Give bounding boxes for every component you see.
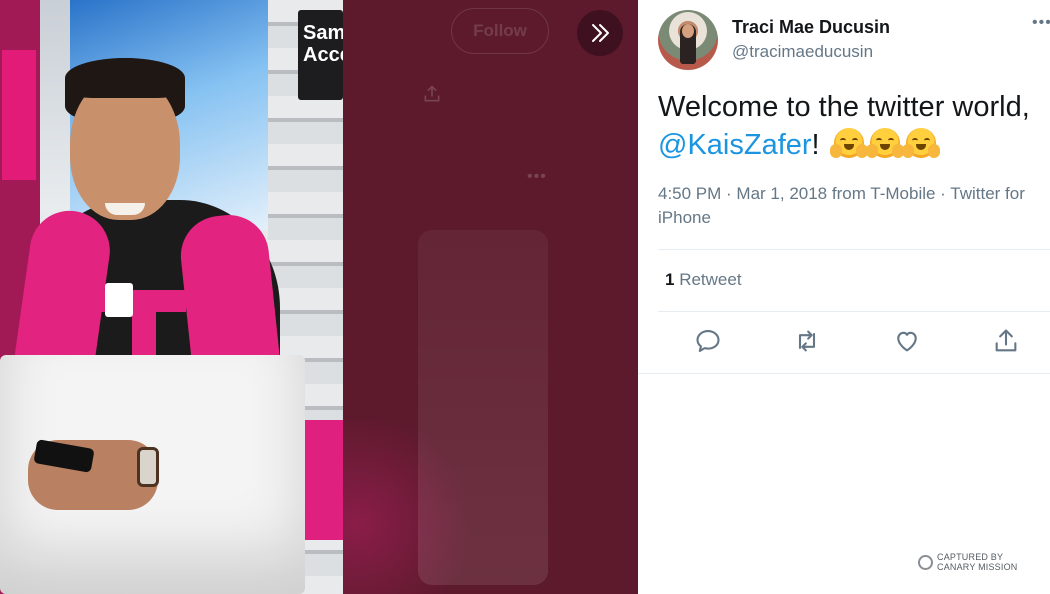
expand-panel-button[interactable] [577, 10, 623, 56]
retweet-count[interactable]: 1 Retweet [665, 270, 742, 290]
photo-poster [2, 50, 36, 180]
watermark-line-2: CANARY MISSION [937, 562, 1018, 572]
background-share-icon [424, 85, 440, 102]
tweet-detail-panel: Traci Mae Ducusin @tracimaeducusin ••• W… [638, 0, 1050, 594]
background-follow-button: Follow [451, 8, 549, 54]
divider [638, 373, 1050, 374]
photo-name-badge [105, 283, 133, 317]
media-viewer: Sams Acce Follow ••• [0, 0, 638, 594]
watermark-text: CAPTURED BY CANARY MISSION [937, 552, 1018, 572]
hugging-face-emoji-icon [865, 128, 904, 158]
reply-icon[interactable] [694, 327, 722, 355]
photo-person-smile [105, 203, 145, 215]
watermark-logo-icon [918, 554, 933, 570]
retweet-count-number: 1 [665, 270, 675, 289]
canary-mission-watermark: CAPTURED BY CANARY MISSION [918, 552, 1018, 572]
author-display-name[interactable]: Traci Mae Ducusin [732, 17, 890, 38]
photo-sign-text: Sams Acce [303, 22, 343, 66]
more-options-icon[interactable]: ••• [1032, 14, 1050, 32]
hugging-face-emoji-icon [901, 128, 940, 158]
tweet-text-punctuation: ! [811, 129, 820, 161]
tweet-actions [694, 327, 1024, 359]
avatar[interactable] [658, 10, 718, 70]
tweet-timestamp[interactable]: 4:50 PM · Mar 1, 2018 from T-Mobile · Tw… [658, 182, 1043, 230]
divider [658, 249, 1050, 250]
avatar-face [682, 24, 694, 38]
retweet-icon[interactable] [793, 327, 821, 355]
tweet-text: Welcome to the twitter world, @KaisZafer… [658, 88, 1043, 164]
heart-icon[interactable] [893, 327, 921, 355]
watermark-line-1: CAPTURED BY [937, 552, 1004, 562]
photo-watch [137, 447, 159, 487]
tweet-text-body: Welcome to the twitter world, [658, 91, 1030, 123]
hugging-face-emoji-icon [829, 128, 868, 158]
tweet-photo[interactable]: Sams Acce [0, 0, 343, 594]
screen: Sams Acce Follow ••• [0, 0, 1050, 594]
background-more-icon: ••• [527, 168, 547, 185]
divider [658, 311, 1050, 312]
background-media-card [418, 230, 548, 585]
photo-person-hair-top [65, 58, 185, 98]
retweet-count-label: Retweet [679, 270, 742, 289]
mention-link[interactable]: @KaisZafer [658, 129, 812, 161]
author-handle[interactable]: @tracimaeducusin [732, 42, 873, 62]
chevron-double-right-icon [592, 24, 609, 42]
share-icon[interactable] [992, 327, 1020, 355]
